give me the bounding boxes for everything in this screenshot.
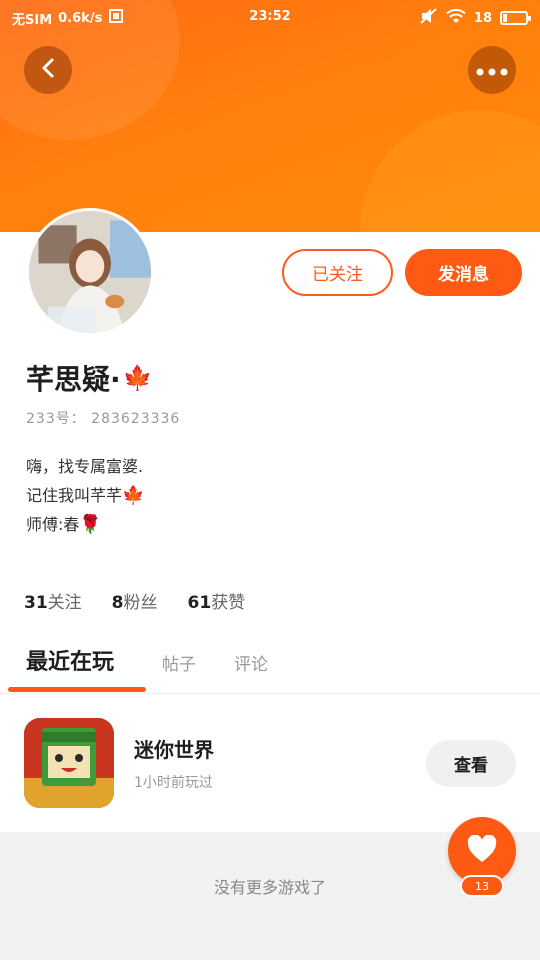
view-game-button[interactable]: 查看 [426,740,516,787]
bio-text: 嗨，找专属富婆. [26,457,144,476]
stat-label: 粉丝 [123,593,158,613]
following-button[interactable]: 已关注 [282,249,393,296]
like-count-badge: 13 [460,875,504,897]
bio-line: 嗨，找专属富婆. [26,452,144,481]
stat-number: 61 [187,593,212,613]
tab-active-indicator [8,687,146,692]
last-played-time: 1小时前玩过 [134,775,213,791]
mute-icon [420,8,438,28]
battery-icon [500,11,531,25]
game-name: 迷你世界 [134,738,214,762]
username-text: 芊思疑· [26,363,121,396]
bio-text: 记住我叫芊芊 [26,486,123,505]
stat-likes[interactable]: 61获赞 [188,588,246,613]
stat-fans[interactable]: 8粉丝 [112,588,158,613]
tab-posts[interactable]: 帖子 [162,650,196,675]
back-button[interactable] [24,46,72,94]
stat-following[interactable]: 31关注 [24,588,82,613]
banner-decoration [360,110,540,232]
bio-line: 师傅:春🌹 [26,510,144,539]
maple-leaf-icon: 🍁 [122,364,153,392]
stat-number: 8 [111,593,124,613]
battery-percent: 18 [473,10,492,26]
game-icon [24,718,114,808]
heart-icon [467,834,497,867]
user-id: 233号： 283623336 [26,411,181,427]
stat-label: 关注 [47,593,82,613]
send-message-button[interactable]: 发消息 [405,249,522,296]
wifi-icon [446,8,466,28]
stat-label: 获赞 [211,593,246,613]
avatar[interactable] [26,208,154,336]
bio: 嗨，找专属富婆. 记住我叫芊芊🍁 师傅:春🌹 [26,452,144,539]
no-more-games-text: 没有更多游戏了 [213,878,326,897]
chevron-left-icon [37,57,59,83]
tab-recently-played[interactable]: 最近在玩 [26,644,114,676]
tab-comments[interactable]: 评论 [234,650,268,675]
username: 芊思疑· 🍁 [26,358,153,398]
rose-icon: 🌹 [79,514,102,535]
more-options-button[interactable] [468,46,516,94]
maple-leaf-icon: 🍁 [122,485,145,506]
stats-bar: 31关注 8粉丝 61获赞 [24,588,245,613]
bio-line: 记住我叫芊芊🍁 [26,481,144,510]
more-dots-icon [476,61,508,80]
stat-number: 31 [24,593,48,613]
profile-tabs: 最近在玩 帖子 评论 [0,640,540,694]
status-bar: 无SIM 0.6k/s 23:52 18 [0,0,540,36]
bio-text: 师傅:春 [26,515,80,534]
list-item[interactable]: 迷你世界 1小时前玩过 查看 [0,694,540,832]
